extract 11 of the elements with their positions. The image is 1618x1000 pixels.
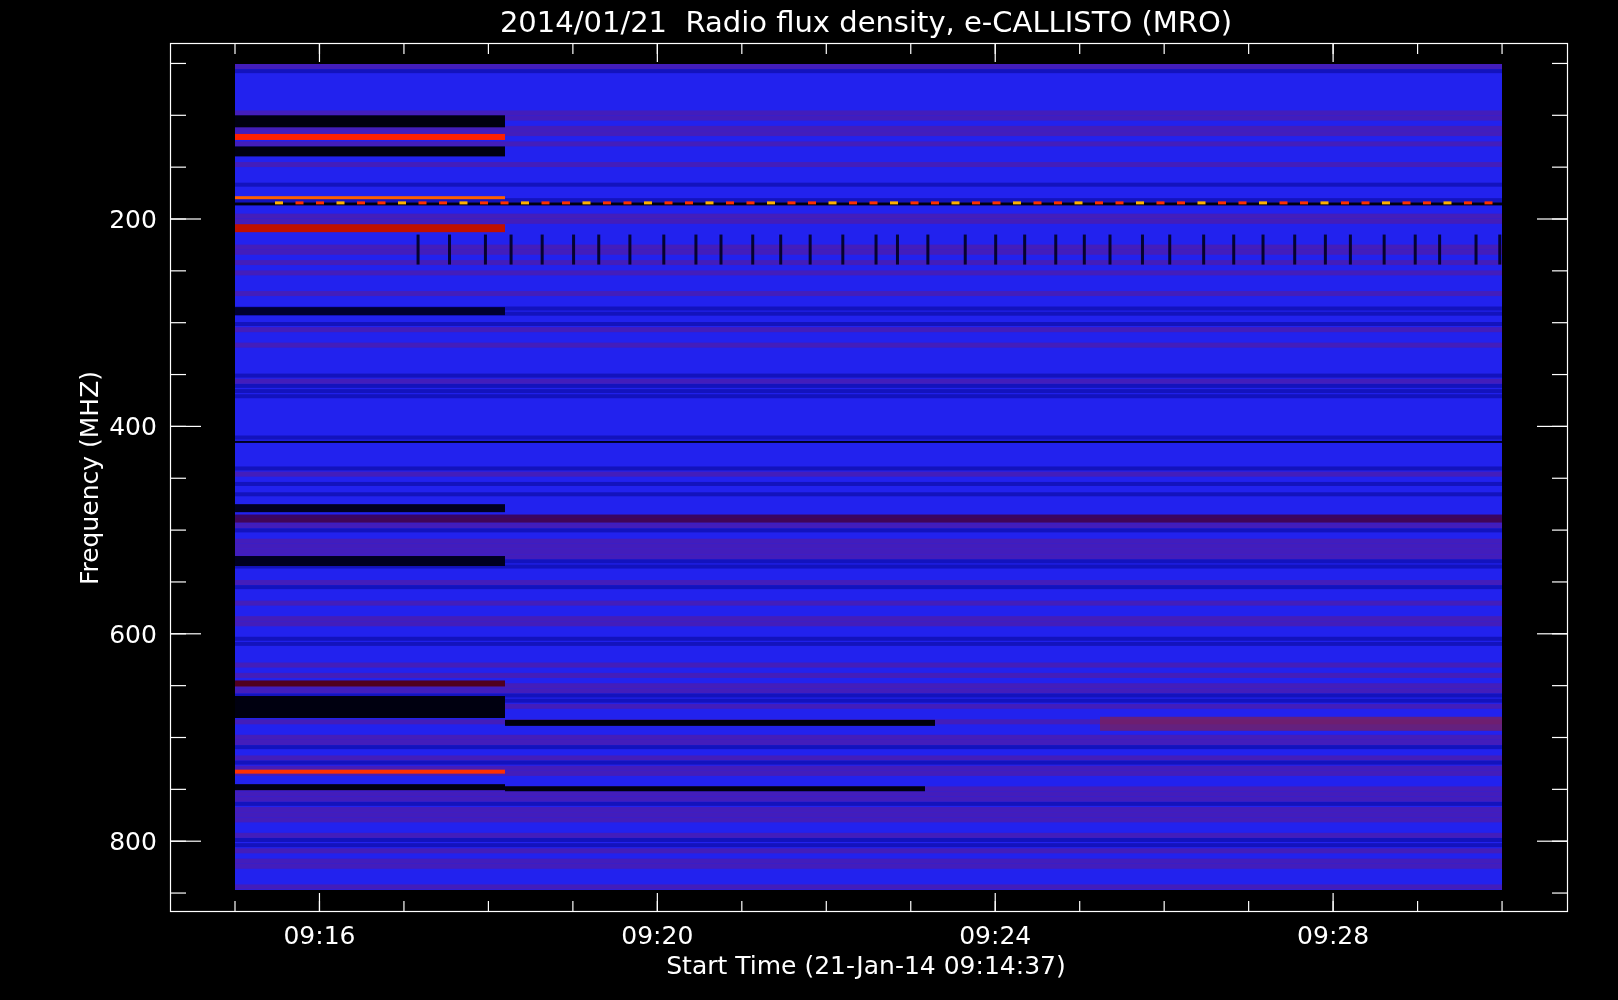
chart-title: 2014/01/21 Radio flux density, e-CALLISTO (MRO) — [499, 5, 1233, 39]
x-tick-label: 09:20 — [621, 921, 694, 950]
y-axis-label: Frequency (MHZ) — [75, 370, 104, 586]
x-axis-label: Start Time (21-Jan-14 09:14:37) — [666, 951, 1066, 980]
x-tick-label: 09:28 — [1297, 921, 1370, 950]
y-tick-label: 800 — [109, 827, 157, 857]
y-tick-label: 400 — [109, 412, 157, 442]
y-tick-label: 200 — [109, 205, 157, 234]
x-tick-label: 09:24 — [959, 921, 1032, 950]
y-tick-label: 600 — [109, 619, 157, 649]
x-tick-label: 09:16 — [283, 921, 356, 950]
